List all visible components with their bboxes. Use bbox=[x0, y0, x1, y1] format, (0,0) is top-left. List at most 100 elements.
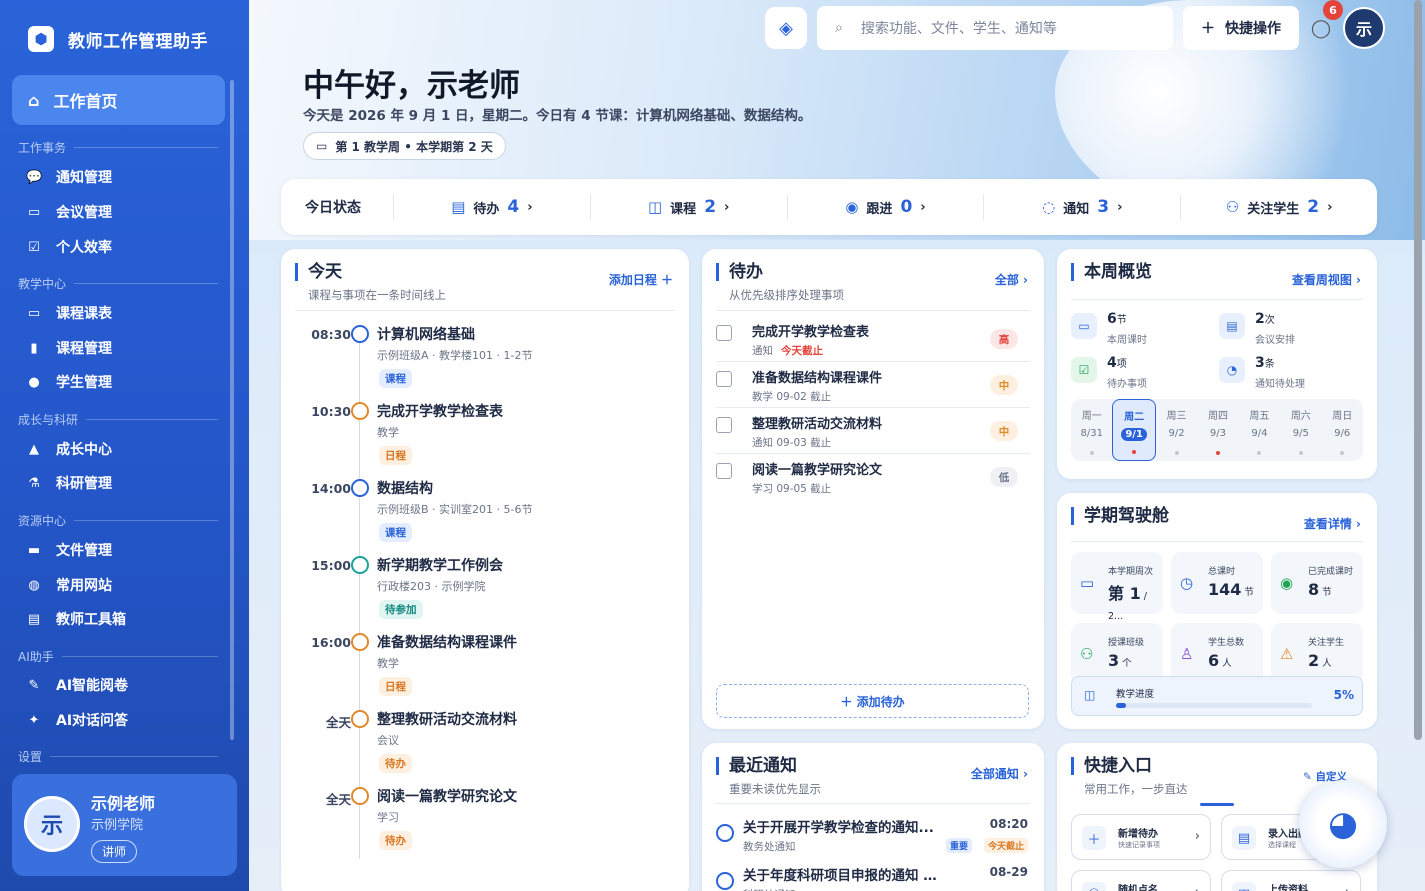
ai-assistant-button[interactable]: ◈ bbox=[765, 7, 807, 49]
quick-entry-title: 上传资料 bbox=[1268, 885, 1308, 891]
progress-track bbox=[1116, 703, 1312, 708]
sidebar-scrollbar[interactable] bbox=[230, 80, 234, 740]
day-5[interactable]: 周五 9/4 bbox=[1239, 399, 1280, 461]
priority-badge: 高 bbox=[990, 329, 1018, 349]
sidebar-item-home[interactable]: ⌂ 工作首页 bbox=[12, 75, 225, 125]
plus-icon: ＋ bbox=[1082, 826, 1106, 850]
event-title: 完成开学教学检查表 bbox=[377, 404, 503, 420]
todo-all-link[interactable]: 全部 › bbox=[995, 271, 1028, 288]
add-todo-button[interactable]: ＋ 添加待办 bbox=[716, 684, 1029, 718]
sidebar-item-ai-grading[interactable]: ✎ AI智能阅卷 bbox=[26, 675, 129, 695]
week-view-link[interactable]: 查看周视图 › bbox=[1292, 271, 1361, 288]
all-notices-link[interactable]: 全部通知 › bbox=[971, 765, 1028, 782]
cockpit-detail-link[interactable]: 查看详情 › bbox=[1304, 515, 1361, 532]
tile-label: 已完成课时 bbox=[1308, 567, 1354, 577]
cockpit-tile[interactable]: ▭ 本学期周次第 1/ 2... bbox=[1071, 552, 1163, 622]
ai-robot-button[interactable]: ◕ bbox=[1299, 780, 1387, 868]
cockpit-tile[interactable]: ◉ 已完成课时 8 节 bbox=[1271, 552, 1363, 614]
status-students[interactable]: ⚇ 关注学生 2 › bbox=[1180, 194, 1377, 220]
day-2[interactable]: 周二 9/1 bbox=[1112, 399, 1156, 461]
sidebar-item-student[interactable]: ● 学生管理 bbox=[26, 372, 112, 392]
top-bar: ◈ ⌕ 搜索功能、文件、学生、通知等 ＋ 快捷操作 ◯ 6 示 bbox=[765, 0, 1385, 50]
sidebar-item-efficiency[interactable]: ☑ 个人效率 bbox=[26, 237, 112, 257]
due-badge: 今天截止 bbox=[983, 838, 1028, 853]
section-title: 资源中心 bbox=[18, 512, 218, 529]
cockpit-tile[interactable]: ◷ 总课时 144 节 bbox=[1171, 552, 1263, 614]
quick-entry[interactable]: ⚇ 随机点名 › bbox=[1071, 870, 1211, 891]
today-card: 今天 课程与事项在一条时间线上 添加日程 ＋ 08:30 计算机网络基础 示例班级A… bbox=[281, 249, 689, 891]
todo-item[interactable]: 阅读一篇教学研究论文 学习 09-05 截止 低 bbox=[716, 459, 1018, 503]
sidebar-item-course[interactable]: ▮ 课程管理 bbox=[26, 338, 112, 358]
day-7[interactable]: 周日 9/6 bbox=[1322, 399, 1363, 461]
search-input[interactable]: ⌕ 搜索功能、文件、学生、通知等 bbox=[817, 6, 1173, 50]
section-title: 设置 bbox=[18, 748, 218, 765]
sidebar-item-meeting[interactable]: ▭ 会议管理 bbox=[26, 202, 112, 222]
checkbox-icon: ☑ bbox=[28, 239, 40, 255]
todo-checkbox[interactable] bbox=[716, 463, 732, 479]
week-stat: ◔ 3条 通知待处理 bbox=[1219, 355, 1359, 391]
book-icon: ◫ bbox=[1084, 688, 1096, 702]
sidebar-item-growth[interactable]: ▲ 成长中心 bbox=[26, 439, 112, 459]
status-todo[interactable]: ▤ 待办 4 › bbox=[393, 194, 590, 220]
check-circle-icon: ◉ bbox=[1280, 574, 1294, 592]
date-label: 9/5 bbox=[1292, 428, 1309, 439]
card-subtitle: 课程与事项在一条时间线上 bbox=[308, 288, 446, 302]
date-label: 8/31 bbox=[1080, 428, 1103, 439]
user-card[interactable]: 示 示例老师 示例学院 讲师 bbox=[12, 774, 237, 876]
status-course[interactable]: ◫ 课程 2 › bbox=[589, 194, 787, 220]
day-6[interactable]: 周六 9/5 bbox=[1280, 399, 1321, 461]
notification-button[interactable]: ◯ 6 bbox=[1309, 0, 1343, 40]
notice-source: 教务处通知 bbox=[743, 841, 796, 853]
profile-avatar[interactable]: 示 bbox=[1343, 7, 1385, 49]
notice-item[interactable]: 关于开展开学教学检查的通知... 08:20 教务处通知 重要 今天截止 bbox=[716, 816, 1028, 860]
sidebar-item-toolbox[interactable]: ▤ 教师工具箱 bbox=[26, 609, 126, 629]
quick-entry[interactable]: ＋ 新增待办 快速记录事项 › bbox=[1071, 814, 1211, 860]
event-title: 新学期教学工作例会 bbox=[377, 558, 503, 574]
event-title: 数据结构 bbox=[377, 481, 433, 497]
stat-label: 本周课时 bbox=[1107, 335, 1147, 346]
status-notice[interactable]: ◌ 通知 3 › bbox=[983, 194, 1180, 220]
event-tag: 待参加 bbox=[379, 600, 423, 619]
event-time: 全天 bbox=[325, 715, 351, 730]
sidebar-item-ai-chat[interactable]: ✦ AI对话问答 bbox=[26, 710, 129, 730]
todo-checkbox[interactable] bbox=[716, 325, 732, 341]
day-dot bbox=[1298, 451, 1303, 455]
stat-label: 待办事项 bbox=[1107, 379, 1147, 390]
todo-item[interactable]: 准备数据结构课程课件 教学 09-02 截止 中 bbox=[716, 367, 1018, 411]
status-bar: 今日状态 ▤ 待办 4 › ◫ 课程 2 › ◉ 跟进 0 › ◌ 通知 3 › ⚇ 关注学生 2 › bbox=[281, 179, 1377, 235]
event-time: 14:00 bbox=[311, 481, 351, 496]
sidebar-item-timetable[interactable]: ▭ 课程课表 bbox=[26, 303, 112, 323]
notice-item[interactable]: 关于年度科研项目申报的通知 请有... 08-29 科研处通知 bbox=[716, 864, 1028, 891]
status-followup[interactable]: ◉ 跟进 0 › bbox=[786, 194, 984, 220]
tile-number: 144 bbox=[1208, 580, 1242, 599]
todo-item[interactable]: 整理教研活动交流材料 通知 09-03 截止 中 bbox=[716, 413, 1018, 457]
day-1[interactable]: 周一 8/31 bbox=[1071, 399, 1112, 461]
todo-checkbox[interactable] bbox=[716, 371, 732, 387]
todo-checkbox[interactable] bbox=[716, 417, 732, 433]
todo-meta: 通知 bbox=[752, 345, 773, 357]
day-3[interactable]: 周三 9/2 bbox=[1156, 399, 1197, 461]
quick-action-button[interactable]: ＋ 快捷操作 bbox=[1183, 6, 1299, 50]
quick-entry-subtitle: 选择课程 bbox=[1268, 841, 1296, 849]
stat-number: 2 bbox=[1255, 311, 1265, 327]
sidebar-item-notice[interactable]: 💬 通知管理 bbox=[26, 167, 112, 187]
todo-item[interactable]: 完成开学教学检查表 通知 今天截止 高 bbox=[716, 321, 1018, 365]
sidebar-item-research[interactable]: ⚗ 科研管理 bbox=[26, 473, 112, 493]
tile-number: 2 bbox=[1308, 651, 1320, 670]
weekday-label: 周五 bbox=[1249, 411, 1270, 422]
todo-title: 阅读一篇教学研究论文 bbox=[752, 463, 883, 478]
add-schedule-link[interactable]: 添加日程 ＋ bbox=[609, 271, 673, 288]
sidebar-item-websites[interactable]: ◍ 常用网站 bbox=[26, 575, 112, 595]
quick-entry[interactable]: ◫ 上传资料 › bbox=[1221, 870, 1361, 891]
tile-unit: 人 bbox=[1222, 658, 1232, 669]
chat-icon: 💬 bbox=[26, 169, 43, 185]
card-title: 今天 bbox=[295, 263, 342, 281]
card-title: 快捷入口 bbox=[1071, 757, 1152, 775]
sidebar-item-files[interactable]: ▬ 文件管理 bbox=[26, 540, 112, 560]
stat-label: 通知待处理 bbox=[1255, 379, 1305, 390]
day-dot bbox=[1132, 450, 1137, 454]
page-scrollbar[interactable] bbox=[1414, 0, 1422, 740]
day-4[interactable]: 周四 9/3 bbox=[1197, 399, 1238, 461]
progress-label: 教学进度 bbox=[1116, 689, 1155, 700]
calendar-icon: ▭ bbox=[1080, 574, 1095, 592]
